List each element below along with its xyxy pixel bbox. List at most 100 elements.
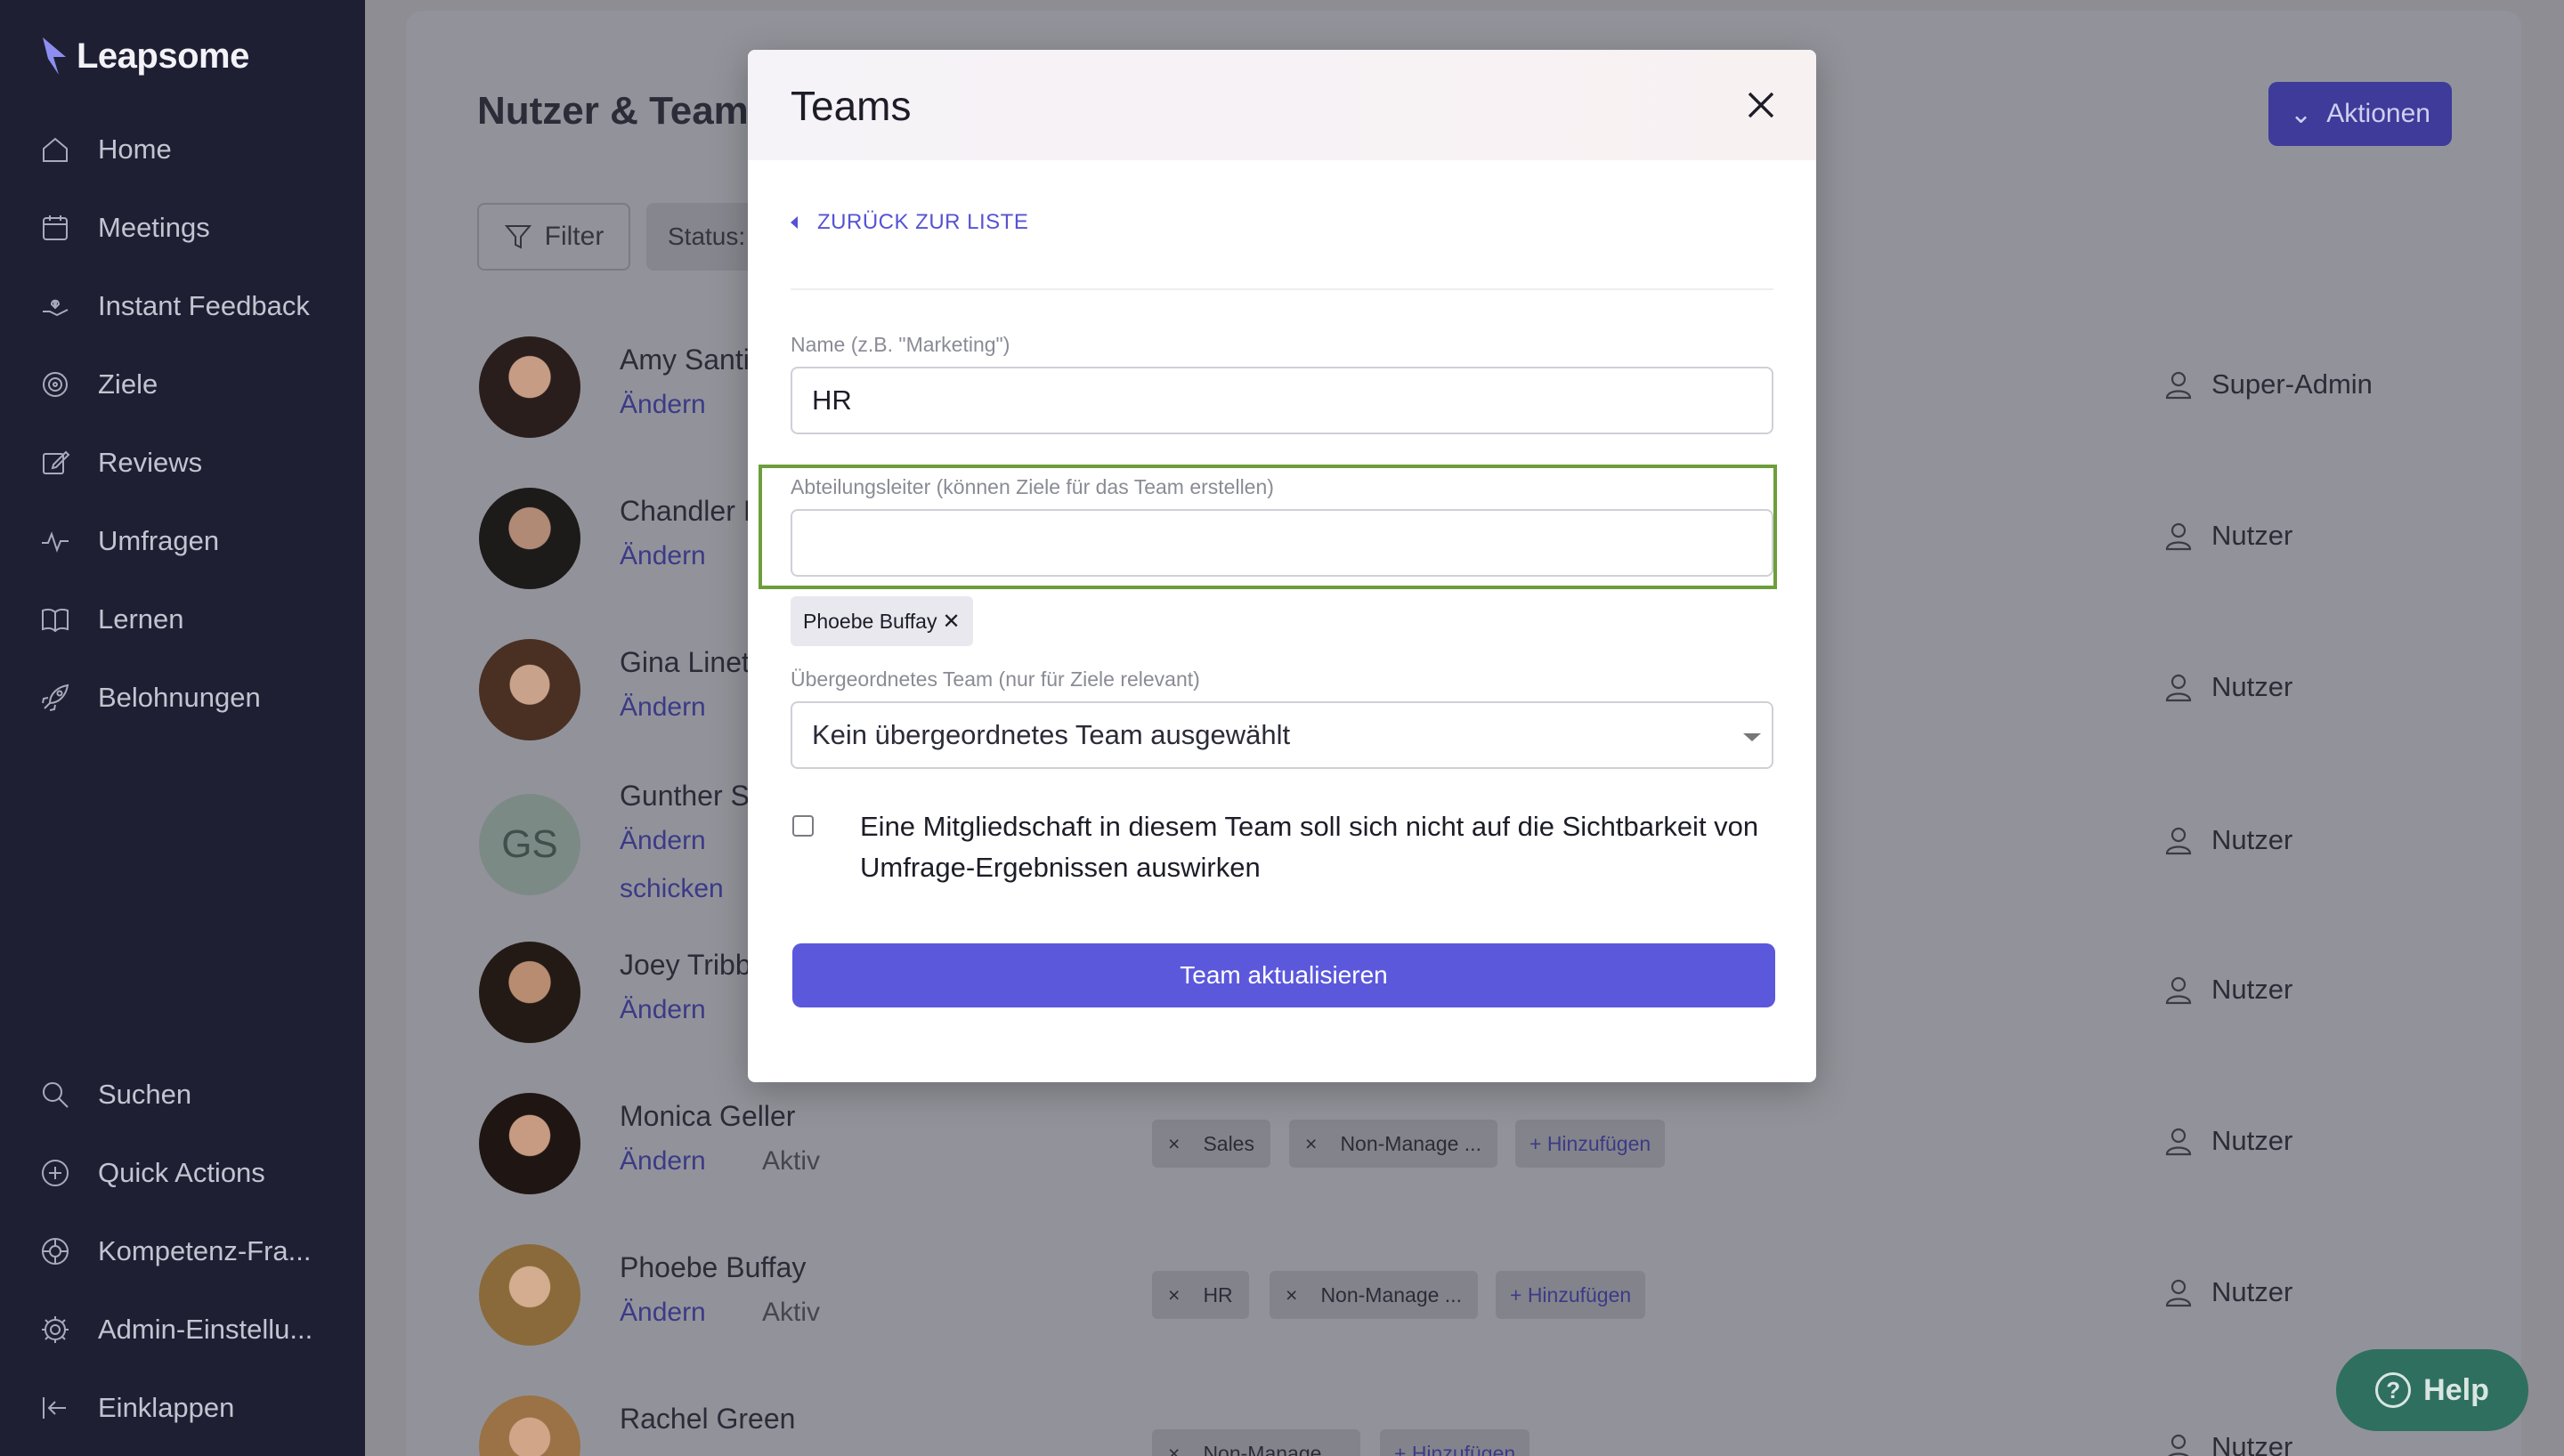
sidebar-item-quick-actions[interactable]: Quick Actions xyxy=(39,1146,265,1200)
network-icon xyxy=(42,1238,69,1265)
role-label: Nutzer xyxy=(2211,824,2293,855)
back-link-label: ZURÜCK ZUR LISTE xyxy=(817,210,1029,234)
sidebar-item-suchen[interactable]: Suchen xyxy=(39,1068,191,1121)
actions-label: Aktionen xyxy=(2326,99,2430,128)
name-label: Name (z.B. "Marketing") xyxy=(791,333,1010,356)
avatar xyxy=(479,639,580,740)
sidebar-item-meetings[interactable]: Meetings xyxy=(39,201,210,255)
sidebar-item-kompetenz[interactable]: Kompetenz-Fra... xyxy=(39,1225,311,1278)
team-tag[interactable]: × Sales xyxy=(1152,1120,1270,1168)
user-role: Nutzer xyxy=(2163,1431,2292,1456)
user-role: Nutzer xyxy=(2163,1125,2292,1157)
edit-link[interactable]: Ändern xyxy=(620,826,706,856)
chip-label: Phoebe Buffay xyxy=(803,609,937,633)
tag-label: Non-Manage ... xyxy=(1203,1441,1344,1456)
sidebar-item-label: Quick Actions xyxy=(98,1157,265,1188)
avatar xyxy=(479,1395,580,1456)
parent-team-label: Übergeordnetes Team (nur für Ziele relev… xyxy=(791,667,1200,691)
sidebar-item-lernen[interactable]: Lernen xyxy=(39,593,184,646)
add-team-button[interactable]: + Hinzufügen xyxy=(1496,1271,1646,1319)
remove-tag-icon[interactable]: × xyxy=(1286,1283,1297,1307)
edit-link[interactable]: Ändern xyxy=(620,995,706,1025)
team-tag[interactable]: × Non-Manage ... xyxy=(1270,1271,1478,1319)
remove-tag-icon[interactable]: × xyxy=(1168,1442,1180,1456)
remove-chip-icon[interactable]: ✕ xyxy=(942,609,960,635)
user-name: Rachel Green xyxy=(620,1403,796,1435)
role-label: Super-Admin xyxy=(2211,368,2373,400)
team-tag[interactable]: × Non-Manage ... xyxy=(1289,1120,1497,1168)
update-team-button[interactable]: Team aktualisieren xyxy=(792,943,1775,1007)
parent-team-value: Kein übergeordnetes Team ausgewählt xyxy=(812,719,1291,750)
hand-heart-icon xyxy=(43,299,69,317)
edit-link[interactable]: Ändern xyxy=(620,1146,706,1177)
role-label: Nutzer xyxy=(2211,671,2293,702)
user-icon xyxy=(2165,976,2192,1005)
edit-link[interactable]: Ändern xyxy=(620,1298,706,1328)
collapse-icon xyxy=(43,1397,66,1419)
remove-tag-icon[interactable]: × xyxy=(1305,1132,1317,1156)
sidebar-item-home[interactable]: Home xyxy=(39,123,172,176)
sidebar-item-ziele[interactable]: Ziele xyxy=(39,358,158,411)
leader-label: Abteilungsleiter (können Ziele für das T… xyxy=(791,475,1274,498)
survey-visibility-checkbox[interactable] xyxy=(792,815,814,837)
user-icon xyxy=(2165,522,2192,551)
team-tag[interactable]: × HR xyxy=(1152,1271,1249,1319)
user-name: Monica Geller xyxy=(620,1100,796,1132)
chevron-down-icon: ⌄ xyxy=(2290,99,2313,129)
page-title: Nutzer & Teams xyxy=(477,89,771,133)
user-icon xyxy=(2165,1128,2192,1156)
parent-team-select[interactable]: Kein übergeordnetes Team ausgewählt xyxy=(791,701,1773,769)
add-team-button[interactable]: + Hinzufügen xyxy=(1515,1120,1666,1168)
status-label: Status: xyxy=(668,222,746,250)
logo[interactable]: Leapsome xyxy=(39,36,249,77)
sidebar-item-label: Reviews xyxy=(98,447,203,478)
logo-text: Leapsome xyxy=(77,36,249,76)
add-team-button[interactable]: + Hinzufügen xyxy=(1380,1429,1530,1456)
edit-link[interactable]: Ändern xyxy=(620,390,706,420)
tag-label: HR xyxy=(1203,1282,1233,1306)
remove-tag-icon[interactable]: × xyxy=(1168,1132,1180,1156)
sidebar-item-einklappen[interactable]: Einklappen xyxy=(39,1381,234,1435)
sidebar-item-label: Belohnungen xyxy=(98,682,261,713)
role-label: Nutzer xyxy=(2211,1431,2293,1456)
user-role: Nutzer xyxy=(2163,1276,2292,1308)
table-row: Rachel Green × Non-Manage ... + Hinzufüg… xyxy=(479,1395,2482,1456)
sidebar-item-admin[interactable]: Admin-Einstellu... xyxy=(39,1303,312,1356)
question-icon: ? xyxy=(2375,1372,2412,1408)
sidebar-item-label: Suchen xyxy=(98,1079,192,1110)
status-filter[interactable]: Status: xyxy=(646,203,753,271)
target-icon xyxy=(43,372,68,397)
remove-tag-icon[interactable]: × xyxy=(1168,1283,1180,1307)
sidebar-item-label: Admin-Einstellu... xyxy=(98,1314,313,1345)
user-role: Nutzer xyxy=(2163,671,2292,703)
table-row: Phoebe Buffay Ändern Aktiv × HR × Non-Ma… xyxy=(479,1244,2482,1351)
sidebar-item-instant-feedback[interactable]: Instant Feedback xyxy=(39,279,310,333)
avatar xyxy=(479,942,580,1043)
filter-button[interactable]: Filter xyxy=(477,203,630,271)
sidebar-item-label: Meetings xyxy=(98,212,210,243)
sidebar-item-umfragen[interactable]: Umfragen xyxy=(39,514,219,568)
sidebar-item-belohnungen[interactable]: Belohnungen xyxy=(39,671,261,724)
user-name: Gina Linet xyxy=(620,646,750,678)
back-to-list-link[interactable]: ZURÜCK ZUR LISTE xyxy=(791,210,1028,235)
edit-link[interactable]: Ändern xyxy=(620,692,706,723)
user-role: Nutzer xyxy=(2163,974,2292,1006)
close-button[interactable] xyxy=(1736,80,1786,130)
user-role: Super-Admin xyxy=(2163,368,2373,400)
plus-circle-icon xyxy=(42,1160,69,1186)
help-button[interactable]: ? Help xyxy=(2336,1349,2528,1431)
avatar xyxy=(479,1093,580,1194)
team-tag[interactable]: × Non-Manage ... xyxy=(1152,1429,1360,1456)
close-icon xyxy=(1748,92,1774,118)
edit-link[interactable]: Ändern xyxy=(620,541,706,571)
invite-link[interactable]: schicken xyxy=(620,874,724,904)
department-lead-input[interactable] xyxy=(791,509,1773,577)
arrow-left-icon xyxy=(791,216,798,229)
checkbox-label: Eine Mitgliedschaft in diesem Team soll … xyxy=(860,811,1759,883)
avatar xyxy=(479,1244,580,1346)
avatar: GS xyxy=(479,794,580,895)
actions-button[interactable]: ⌄ Aktionen xyxy=(2268,82,2452,146)
team-name-input[interactable]: HR xyxy=(791,367,1773,434)
avatar xyxy=(479,488,580,589)
sidebar-item-reviews[interactable]: Reviews xyxy=(39,436,202,489)
